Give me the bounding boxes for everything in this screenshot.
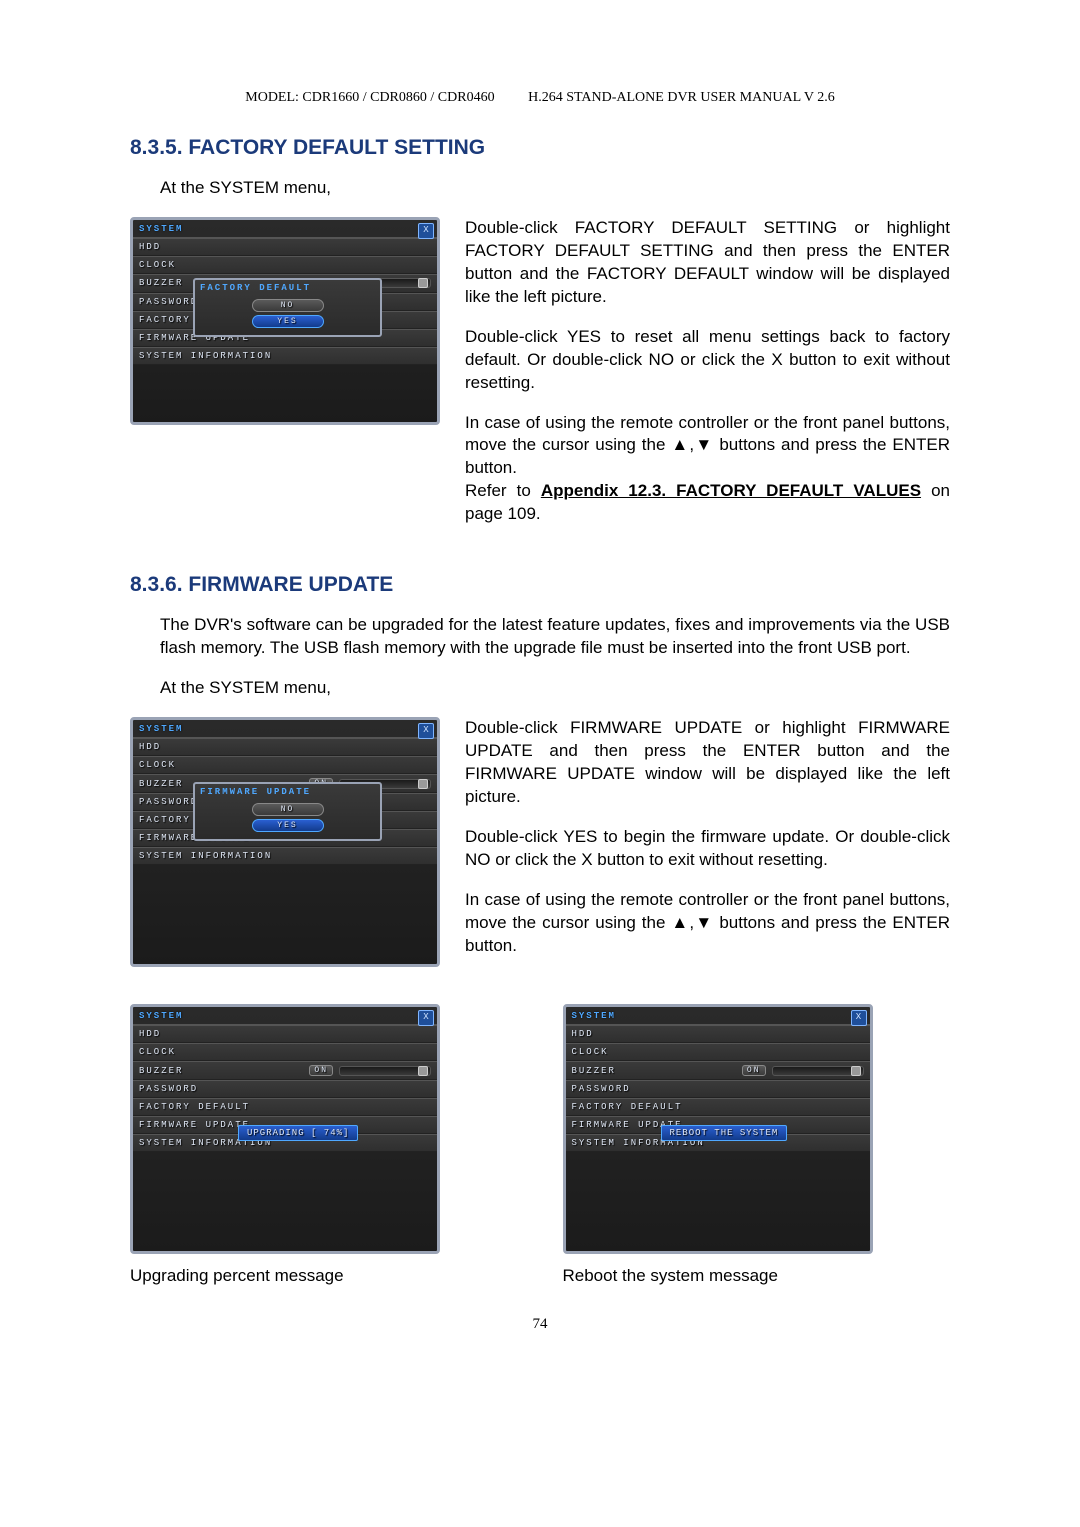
close-icon[interactable]: X bbox=[418, 223, 434, 239]
dvr-window-title: SYSTEM bbox=[566, 1007, 870, 1025]
menu-item-password[interactable]: PASSWORD bbox=[566, 1080, 870, 1098]
upgrading-status: UPGRADING [ 74%] bbox=[238, 1125, 358, 1141]
close-icon[interactable]: X bbox=[851, 1010, 867, 1026]
menu-item-factory[interactable]: FACTORY DEFAULT bbox=[566, 1098, 870, 1116]
screenshot-firmware-update: SYSTEM X HDD CLOCK BUZZER ON PASSWORD FA… bbox=[130, 717, 440, 967]
menu-item-clock[interactable]: CLOCK bbox=[133, 256, 437, 274]
factory-default-modal: FACTORY DEFAULT NO YES bbox=[193, 278, 382, 337]
caption-upgrading: Upgrading percent message bbox=[130, 1266, 518, 1286]
s836-para3: In case of using the remote controller o… bbox=[465, 889, 950, 958]
section-835-lead: At the SYSTEM menu, bbox=[160, 177, 950, 200]
menu-item-sysinfo[interactable]: SYSTEM INFORMATION bbox=[133, 347, 437, 365]
buzzer-slider[interactable] bbox=[339, 1066, 431, 1076]
no-button[interactable]: NO bbox=[252, 803, 324, 816]
buzzer-slider[interactable] bbox=[772, 1066, 864, 1076]
section-835-title: 8.3.5. FACTORY DEFAULT SETTING bbox=[130, 136, 950, 160]
s835-para3: In case of using the remote controller o… bbox=[465, 412, 950, 481]
menu-item-buzzer[interactable]: BUZZER ON bbox=[133, 1061, 437, 1080]
menu-item-sysinfo[interactable]: SYSTEM INFORMATION bbox=[133, 847, 437, 865]
s836-para1: Double-click FIRMWARE UPDATE or highligh… bbox=[465, 717, 950, 809]
menu-item-hdd[interactable]: HDD bbox=[133, 738, 437, 756]
buzzer-on-label: ON bbox=[309, 1065, 333, 1076]
buzzer-on-label: ON bbox=[742, 1065, 766, 1076]
s836-intro: The DVR's software can be upgraded for t… bbox=[160, 614, 950, 660]
screenshot-factory-default: SYSTEM X HDD CLOCK BUZZER ON PASSWORD FA… bbox=[130, 217, 440, 425]
section-836-title: 8.3.6. FIRMWARE UPDATE bbox=[130, 573, 950, 597]
s835-para1: Double-click FACTORY DEFAULT SETTING or … bbox=[465, 217, 950, 309]
s836-para2: Double-click YES to begin the firmware u… bbox=[465, 826, 950, 872]
menu-item-clock[interactable]: CLOCK bbox=[566, 1043, 870, 1061]
yes-button[interactable]: YES bbox=[252, 315, 324, 328]
s835-refer: Refer to Appendix 12.3. FACTORY DEFAULT … bbox=[465, 480, 950, 526]
page-header: MODEL: CDR1660 / CDR0860 / CDR0460 H.264… bbox=[130, 90, 950, 106]
caption-reboot: Reboot the system message bbox=[563, 1266, 951, 1286]
menu-item-factory[interactable]: FACTORY DEFAULT bbox=[133, 1098, 437, 1116]
menu-item-clock[interactable]: CLOCK bbox=[133, 1043, 437, 1061]
dvr-window-title: SYSTEM bbox=[133, 720, 437, 738]
header-manual: H.264 STAND-ALONE DVR USER MANUAL V 2.6 bbox=[528, 90, 835, 105]
modal-title: FIRMWARE UPDATE bbox=[195, 784, 380, 800]
menu-item-password[interactable]: PASSWORD bbox=[133, 1080, 437, 1098]
no-button[interactable]: NO bbox=[252, 299, 324, 312]
reboot-status: REBOOT THE SYSTEM bbox=[661, 1125, 788, 1141]
appendix-link[interactable]: Appendix 12.3. FACTORY DEFAULT VALUES bbox=[541, 481, 921, 500]
menu-item-hdd[interactable]: HDD bbox=[566, 1025, 870, 1043]
menu-item-hdd[interactable]: HDD bbox=[133, 238, 437, 256]
page-number: 74 bbox=[130, 1316, 950, 1333]
close-icon[interactable]: X bbox=[418, 1010, 434, 1026]
screenshot-reboot: SYSTEM X HDD CLOCK BUZZER ON PASSWORD FA… bbox=[563, 1004, 873, 1254]
dvr-window-title: SYSTEM bbox=[133, 220, 437, 238]
menu-item-clock[interactable]: CLOCK bbox=[133, 756, 437, 774]
header-model: MODEL: CDR1660 / CDR0860 / CDR0460 bbox=[245, 90, 494, 105]
s835-para2: Double-click YES to reset all menu setti… bbox=[465, 326, 950, 395]
s836-lead: At the SYSTEM menu, bbox=[160, 677, 950, 700]
menu-item-buzzer[interactable]: BUZZER ON bbox=[566, 1061, 870, 1080]
firmware-update-modal: FIRMWARE UPDATE NO YES bbox=[193, 782, 382, 841]
screenshot-upgrading: SYSTEM X HDD CLOCK BUZZER ON PASSWORD FA… bbox=[130, 1004, 440, 1254]
modal-title: FACTORY DEFAULT bbox=[195, 280, 380, 296]
menu-item-hdd[interactable]: HDD bbox=[133, 1025, 437, 1043]
close-icon[interactable]: X bbox=[418, 723, 434, 739]
yes-button[interactable]: YES bbox=[252, 819, 324, 832]
dvr-window-title: SYSTEM bbox=[133, 1007, 437, 1025]
